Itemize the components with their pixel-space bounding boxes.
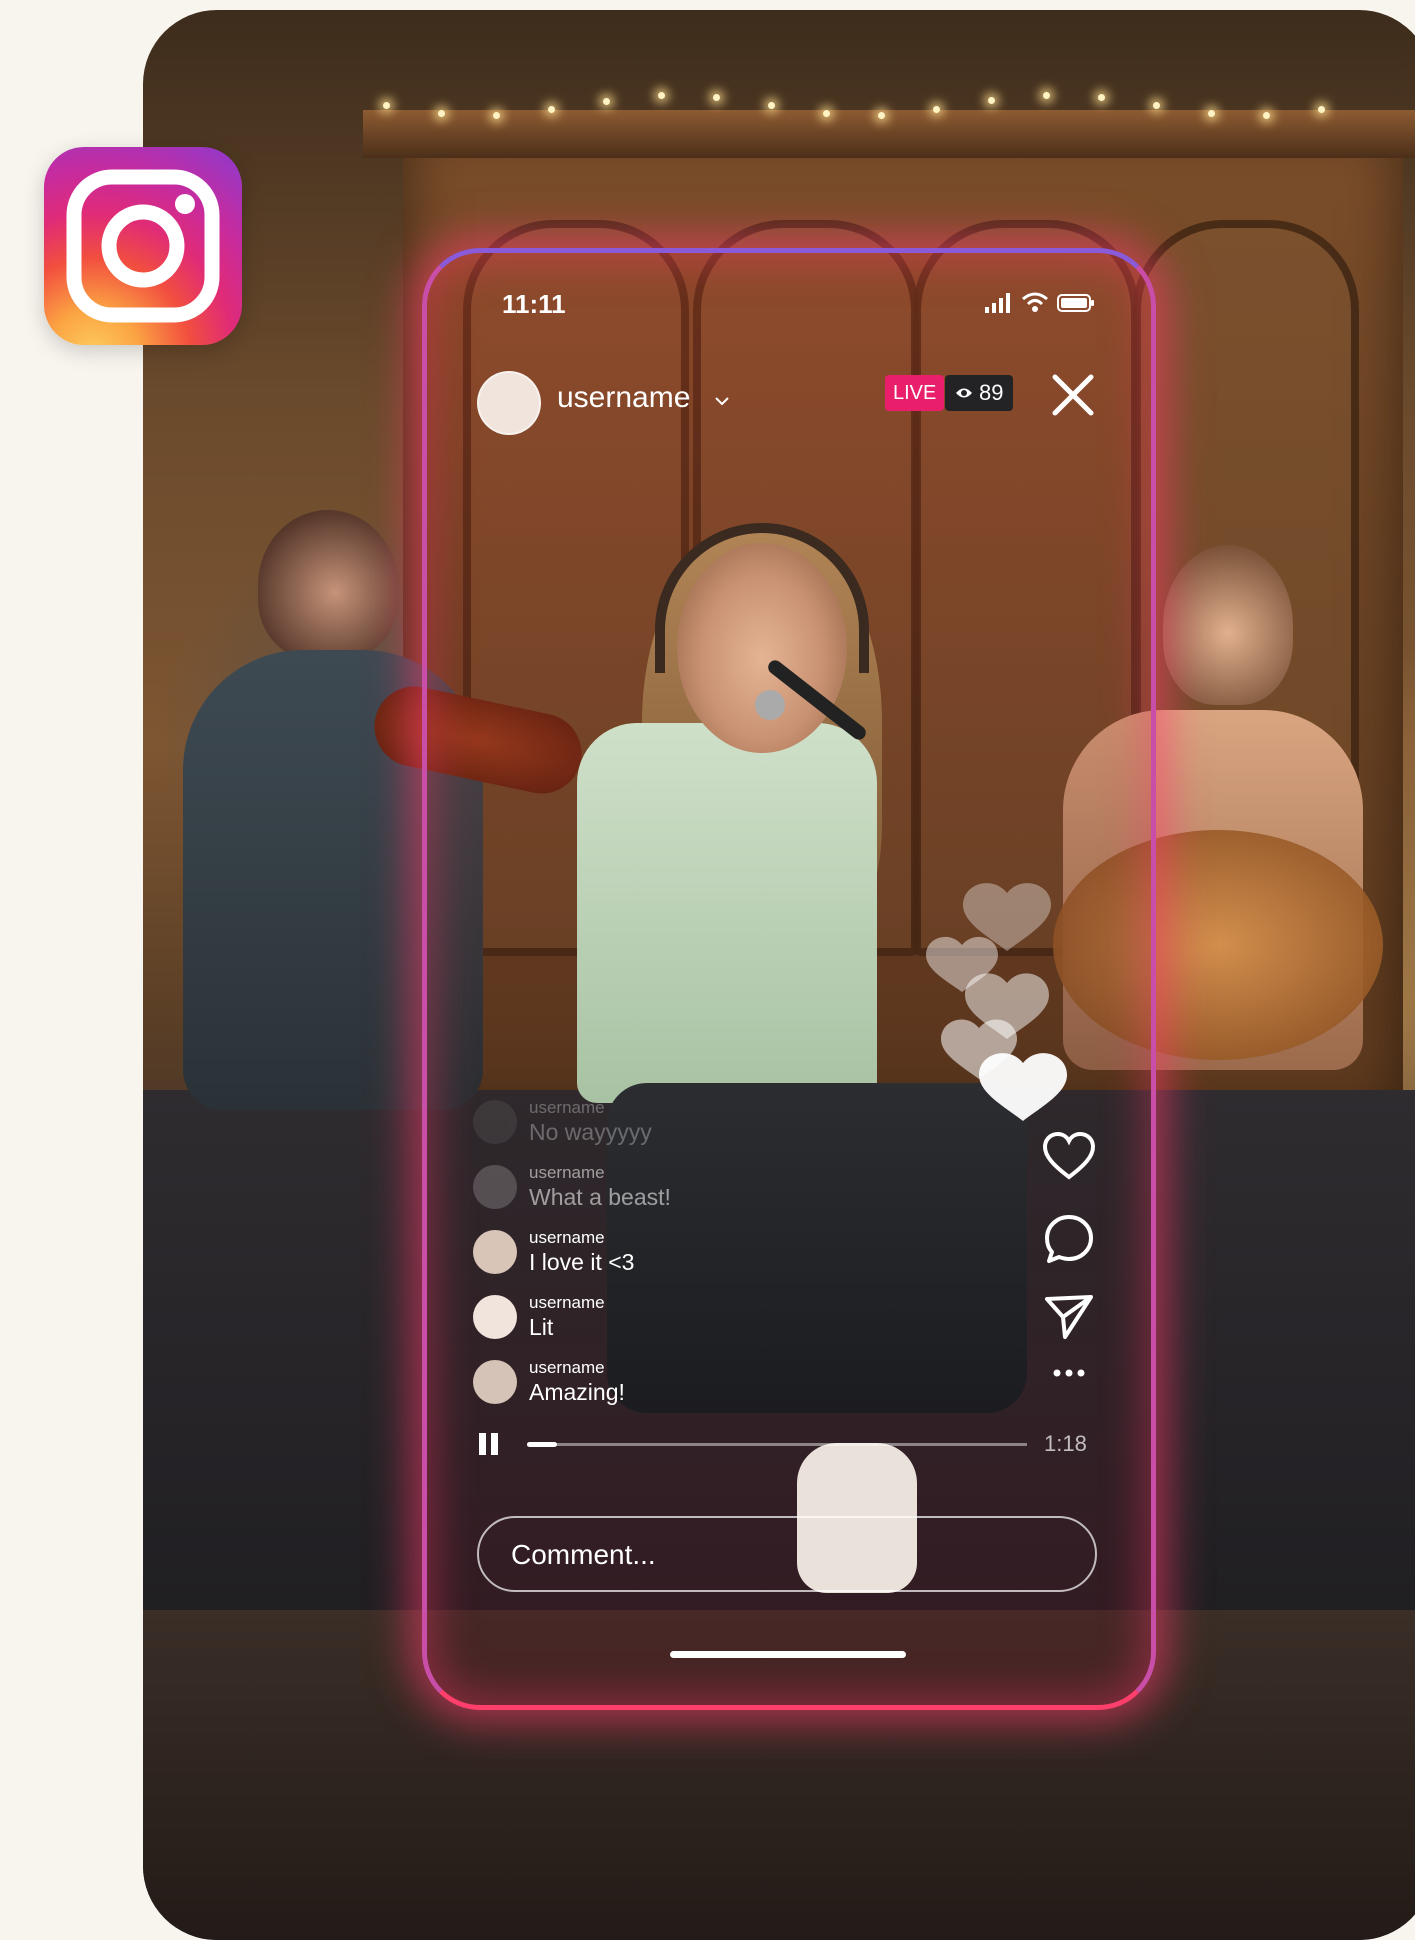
floating-heart	[941, 1019, 1017, 1079]
light-bulb	[1043, 92, 1050, 100]
comment-item: username No wayyyyy	[473, 1093, 652, 1151]
singer-pants	[607, 1083, 1027, 1413]
eye-icon	[955, 375, 973, 411]
floating-heart	[926, 936, 998, 992]
comment-avatar[interactable]	[473, 1100, 517, 1144]
comment-item: username I love it <3	[473, 1223, 634, 1281]
comment-avatar[interactable]	[473, 1360, 517, 1404]
comment-input[interactable]	[509, 1532, 1073, 1578]
comment-text: No wayyyyy	[529, 1119, 652, 1145]
viewer-count: 89	[979, 380, 1004, 405]
light-bulb	[438, 109, 445, 117]
send-icon[interactable]	[1041, 1289, 1097, 1345]
heart-icon[interactable]	[1041, 1129, 1097, 1185]
comment-text: Lit	[529, 1314, 554, 1340]
light-bulb	[878, 111, 885, 119]
chevron-down-icon[interactable]	[713, 391, 731, 412]
light-bulb	[493, 111, 500, 119]
light-bulb	[988, 97, 995, 105]
home-indicator[interactable]	[670, 1651, 906, 1658]
status-time: 11:11	[502, 289, 566, 319]
instagram-logo-icon	[44, 147, 242, 345]
light-bulb	[768, 102, 775, 110]
battery-icon	[1057, 293, 1095, 318]
more-icon[interactable]	[1041, 1363, 1097, 1383]
signal-icon	[985, 293, 1013, 318]
light-bulb	[1098, 94, 1105, 102]
singer-shirt	[577, 723, 877, 1103]
light-bulb	[603, 97, 610, 105]
wifi-icon	[1021, 291, 1049, 318]
time-remaining: 1:18	[1044, 1431, 1087, 1456]
light-bulb	[823, 109, 830, 117]
progress-bar[interactable]	[527, 1442, 1027, 1447]
comment-username[interactable]: username	[529, 1358, 625, 1378]
headphones	[655, 523, 869, 673]
floating-heart	[963, 883, 1051, 951]
host-username[interactable]: username	[557, 381, 690, 415]
close-icon[interactable]	[1049, 371, 1097, 419]
comment-icon[interactable]	[1041, 1211, 1097, 1267]
comment-text: I love it <3	[529, 1249, 635, 1275]
floating-heart	[965, 973, 1049, 1039]
microphone-head	[755, 690, 785, 720]
light-bulb	[658, 92, 665, 100]
phone-frame: 11:11 username LIVE 89 username No wayyy…	[422, 248, 1156, 1710]
comment-username[interactable]: username	[529, 1163, 671, 1183]
light-bulb	[1263, 111, 1270, 119]
comment-text: Amazing!	[529, 1379, 625, 1405]
violinist	[258, 510, 398, 660]
light-bulb	[1208, 110, 1215, 118]
progress-fill	[527, 1442, 557, 1447]
comment-avatar[interactable]	[473, 1165, 517, 1209]
string-lights	[383, 92, 1383, 119]
comment-avatar[interactable]	[473, 1295, 517, 1339]
light-bulb	[383, 102, 390, 109]
live-badge: LIVE	[885, 375, 945, 411]
comment-item: username Amazing!	[473, 1353, 625, 1411]
light-bulb	[1153, 102, 1160, 110]
comment-username[interactable]: username	[529, 1098, 652, 1118]
pause-icon[interactable]	[479, 1433, 503, 1459]
comment-avatar[interactable]	[473, 1230, 517, 1274]
guitarist	[1163, 545, 1293, 705]
comment-box[interactable]	[477, 1516, 1097, 1592]
light-bulb	[713, 94, 720, 102]
status-icons	[985, 291, 1095, 318]
comment-username[interactable]: username	[529, 1293, 605, 1313]
host-avatar[interactable]	[477, 371, 541, 435]
light-bulb	[1318, 105, 1325, 113]
viewer-count-badge: 89	[945, 375, 1014, 411]
comment-item: username What a beast!	[473, 1158, 671, 1216]
comment-item: username Lit	[473, 1288, 605, 1346]
comment-username[interactable]: username	[529, 1228, 634, 1248]
comment-text: What a beast!	[529, 1184, 671, 1210]
